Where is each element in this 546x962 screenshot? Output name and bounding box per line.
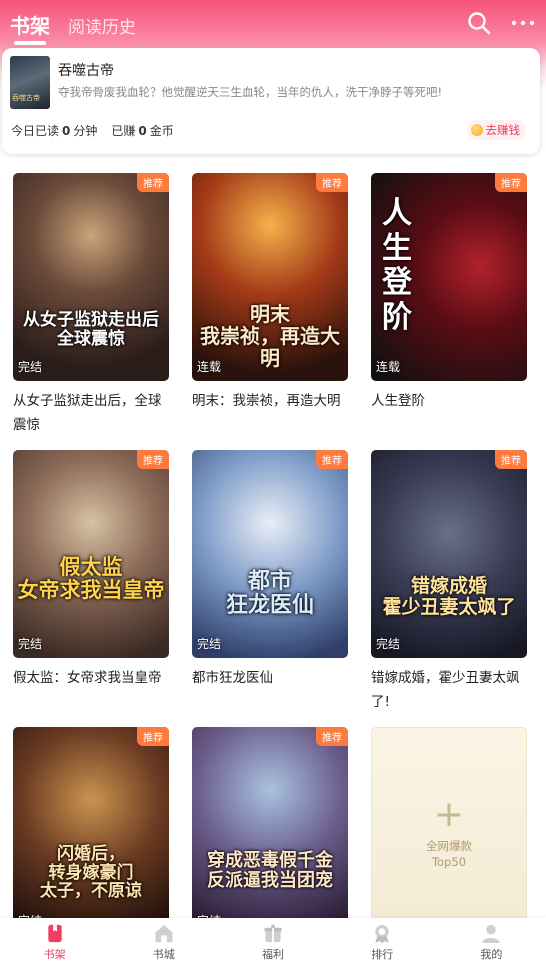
book-cover[interactable]: 穿成恶毒假千金反派逼我当团宠 推荐 完结	[192, 727, 348, 935]
book-cover[interactable]: 都市 狂龙医仙 推荐 完结	[192, 450, 348, 658]
book-cover[interactable]: 假太监 女帝求我当皇帝 推荐 完结	[13, 450, 169, 658]
nav-label: 我的	[480, 948, 503, 961]
bottom-nav: 书架 书城 福利 排行 我的	[0, 918, 546, 962]
cover-title-text: 从女子监狱走出后 全球震惊	[23, 310, 159, 349]
status-label: 完结	[18, 637, 43, 651]
book-cover[interactable]: 从女子监狱走出后 全球震惊 推荐 完结	[13, 173, 169, 381]
add-book-caption: 全网爆款 Top50	[372, 838, 526, 870]
book-title[interactable]: 假太监：女帝求我当皇帝	[13, 666, 173, 690]
recommend-badge: 推荐	[137, 450, 169, 469]
gift-icon	[264, 924, 282, 943]
nav-label: 书城	[152, 948, 175, 961]
earned-stat: 已赚 0 金币	[111, 122, 173, 139]
add-book-cover[interactable]: + 全网爆款 Top50	[371, 727, 527, 935]
book-title[interactable]: 人生登阶	[371, 389, 531, 413]
coin-icon	[470, 124, 483, 136]
today-read-label: 今日已读	[11, 124, 60, 138]
ranking-icon	[375, 924, 389, 944]
nav-label: 书架	[43, 948, 66, 961]
store-icon	[155, 924, 173, 943]
status-label: 完结	[18, 360, 43, 374]
today-read-stat: 今日已读 0 分钟	[11, 122, 97, 139]
cover-title-text: 穿成恶毒假千金 反派逼我当团宠	[207, 850, 333, 891]
book-title[interactable]: 从女子监狱走出后，全球震惊	[13, 389, 173, 437]
nav-label: 福利	[262, 948, 284, 961]
book-cover[interactable]: 明末 我崇祯，再造大明 推荐 连载	[192, 173, 348, 381]
recent-cover-title: 吞噬古帝	[12, 94, 40, 102]
status-label: 完结	[376, 637, 401, 651]
book-item[interactable]: 从女子监狱走出后 全球震惊 推荐 完结 从女子监狱走出后，全球震惊	[13, 173, 169, 437]
recent-reading-card[interactable]: 吞噬古帝 吞噬古帝 夺我帝骨废我血轮？他觉醒逆天三生血轮，当年的仇人，洗干净脖子…	[2, 48, 540, 154]
book-title[interactable]: 明末：我崇祯，再造大明	[192, 389, 352, 413]
book-title[interactable]: 错嫁成婚，霍少丑妻太飒了!	[371, 666, 531, 714]
plus-icon: +	[433, 794, 465, 835]
earned-unit: 金币	[149, 124, 174, 138]
book-item[interactable]: 都市 狂龙医仙 推荐 完结 都市狂龙医仙	[192, 450, 348, 690]
book-cover[interactable]: 闪婚后，转身嫁豪门太子，不原谅 推荐 完结	[13, 727, 169, 935]
profile-icon	[482, 924, 500, 944]
today-read-value: 0	[62, 124, 71, 138]
status-label: 连载	[376, 360, 401, 374]
search-icon[interactable]	[466, 10, 492, 36]
more-icon[interactable]	[510, 10, 536, 36]
book-item[interactable]: 人生登阶 推荐 连载 人生登阶	[371, 173, 527, 413]
earned-label: 已赚	[111, 124, 136, 138]
recommend-badge: 推荐	[137, 173, 169, 192]
bookshelf-icon	[47, 924, 62, 943]
add-book-caption-line1: 全网爆款	[426, 839, 472, 853]
nav-ranking[interactable]: 排行	[328, 918, 437, 962]
status-label: 完结	[197, 637, 222, 651]
book-item[interactable]: 穿成恶毒假千金反派逼我当团宠 推荐 完结	[192, 727, 348, 935]
reading-stats: 今日已读 0 分钟 已赚 0 金币	[11, 122, 174, 139]
book-item[interactable]: 错嫁成婚 霍少丑妻太飒了 推荐 完结 错嫁成婚，霍少丑妻太飒了!	[371, 450, 527, 714]
add-book-caption-line2: Top50	[431, 855, 467, 869]
earned-value: 0	[138, 124, 147, 138]
recommend-badge: 推荐	[495, 450, 527, 469]
status-label: 连载	[197, 360, 222, 374]
recommend-badge: 推荐	[137, 727, 169, 746]
book-item[interactable]: 假太监 女帝求我当皇帝 推荐 完结 假太监：女帝求我当皇帝	[13, 450, 169, 690]
nav-label: 排行	[371, 948, 394, 961]
book-cover[interactable]: 错嫁成婚 霍少丑妻太飒了 推荐 完结	[371, 450, 527, 658]
tab-reading-history[interactable]: 阅读历史	[68, 13, 136, 38]
top-tabs: 书架 阅读历史	[10, 10, 136, 45]
book-item[interactable]: 明末 我崇祯，再造大明 推荐 连载 明末：我崇祯，再造大明	[192, 173, 348, 413]
cover-title-text: 假太监 女帝求我当皇帝	[17, 555, 165, 603]
recommend-badge: 推荐	[495, 173, 527, 192]
nav-bookshelf[interactable]: 书架	[0, 918, 109, 962]
add-book-card[interactable]: + 全网爆款 Top50	[371, 727, 527, 935]
cover-title-text: 人生登阶	[382, 196, 412, 335]
earn-button-label: 去赚钱	[485, 123, 521, 137]
book-item[interactable]: 闪婚后，转身嫁豪门太子，不原谅 推荐 完结	[13, 727, 169, 935]
recommend-badge: 推荐	[316, 450, 348, 469]
book-title[interactable]: 都市狂龙医仙	[192, 666, 352, 690]
recent-book-cover[interactable]: 吞噬古帝	[10, 56, 50, 109]
recommend-badge: 推荐	[316, 173, 348, 192]
tab-bookshelf[interactable]: 书架	[10, 10, 50, 45]
recommend-badge: 推荐	[316, 727, 348, 746]
recent-book-desc: 夺我帝骨废我血轮？他觉醒逆天三生血轮，当年的仇人，洗干净脖子等死吧!	[58, 85, 443, 99]
cover-title-text: 错嫁成婚 霍少丑妻太飒了	[382, 575, 516, 618]
earn-money-button[interactable]: 去赚钱	[466, 120, 526, 140]
nav-welfare[interactable]: 福利	[218, 918, 327, 962]
today-read-unit: 分钟	[73, 124, 98, 138]
cover-title-text: 闪婚后， 转身嫁豪门 太子，不原谅	[40, 844, 142, 902]
book-cover[interactable]: 人生登阶 推荐 连载	[371, 173, 527, 381]
nav-profile[interactable]: 我的	[437, 918, 546, 962]
cover-title-text: 都市 狂龙医仙	[225, 569, 314, 619]
recent-book-title[interactable]: 吞噬古帝	[58, 60, 114, 80]
nav-store[interactable]: 书城	[109, 918, 218, 962]
